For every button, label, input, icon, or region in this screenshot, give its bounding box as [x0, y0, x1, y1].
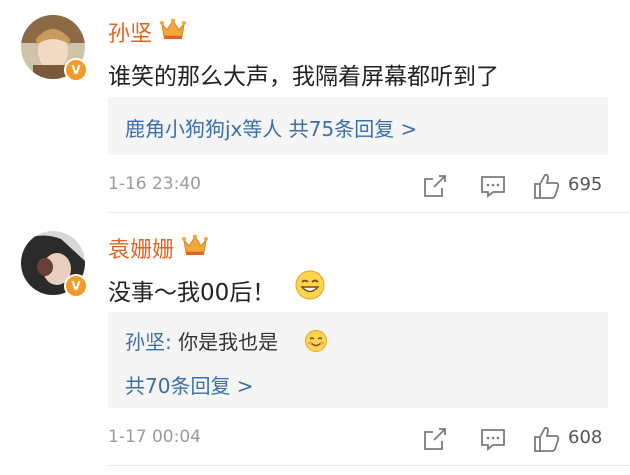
view-replies-link[interactable]: 共70条回复 > — [125, 370, 254, 399]
like-count: 608 — [568, 427, 603, 448]
divider — [108, 465, 630, 466]
thumbs-up-icon[interactable] — [532, 424, 562, 454]
comment-icon[interactable] — [478, 171, 508, 201]
reply-box[interactable]: 孙坚: 你是我也是 共70条回复 > — [108, 312, 608, 408]
reply-text: 你是我也是 — [171, 330, 279, 354]
thumbs-up-icon[interactable] — [532, 171, 562, 201]
grin-emoji — [295, 270, 325, 300]
comment-text: 没事～我00后！ — [108, 280, 276, 306]
username[interactable]: 袁姗姗 — [108, 232, 174, 264]
verified-badge: V — [64, 58, 88, 82]
comment-item: V 孙坚 谁笑的那么大声，我隔着屏幕都听到了 鹿角小狗狗jx等人 共75条回复 … — [0, 0, 630, 212]
reply-author[interactable]: 孙坚: — [125, 330, 172, 354]
timestamp: 1-17 00:04 — [108, 427, 201, 447]
timestamp: 1-16 23:40 — [108, 174, 201, 194]
like-count: 695 — [568, 174, 603, 195]
crown-icon — [160, 18, 186, 39]
comment-item: V 袁姗姗 没事～我00后！ 孙坚: 你是我也是 共70条回复 > 1-17 0… — [0, 214, 630, 475]
crown-icon — [182, 234, 208, 255]
smile-emoji — [305, 330, 327, 352]
share-icon[interactable] — [420, 171, 450, 201]
verified-badge: V — [64, 274, 88, 298]
view-replies-link[interactable]: 鹿角小狗狗jx等人 共75条回复 > — [125, 113, 417, 142]
reply-line: 孙坚: 你是我也是 — [125, 326, 278, 355]
comment-footer: 1-17 00:04 608 — [108, 424, 608, 454]
comment-text: 谁笑的那么大声，我隔着屏幕都听到了 — [108, 64, 499, 90]
comment-icon[interactable] — [478, 424, 508, 454]
comment-footer: 1-16 23:40 695 — [108, 171, 608, 201]
username[interactable]: 孙坚 — [108, 16, 152, 48]
share-icon[interactable] — [420, 424, 450, 454]
reply-box[interactable]: 鹿角小狗狗jx等人 共75条回复 > — [108, 97, 608, 155]
divider — [108, 212, 630, 213]
